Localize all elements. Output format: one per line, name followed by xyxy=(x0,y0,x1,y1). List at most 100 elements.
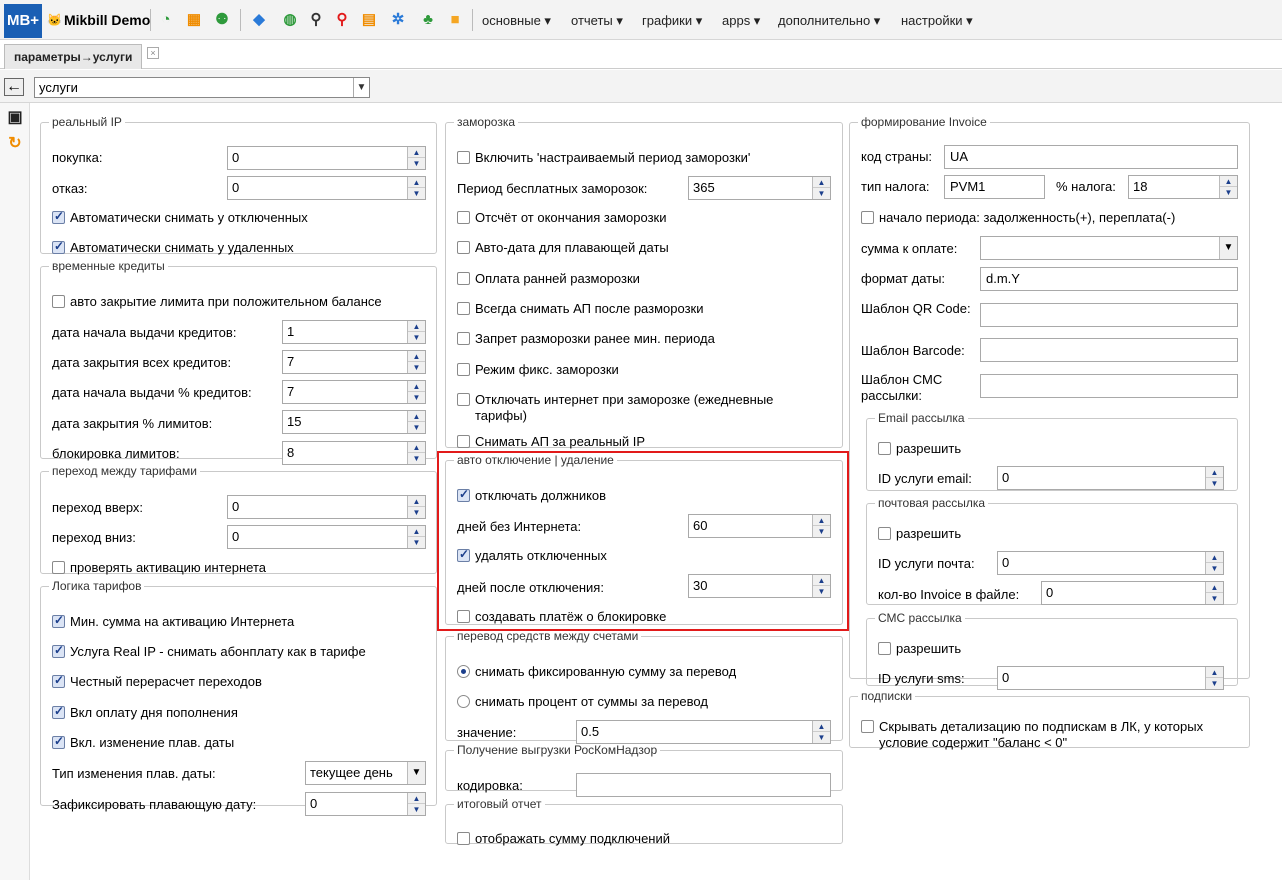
spin-down-icon[interactable]: ▼ xyxy=(408,804,425,815)
fixed-sum-row[interactable]: снимать фиксированную сумму за перевод xyxy=(457,664,736,679)
menu-apps[interactable]: apps ▾ xyxy=(722,13,760,29)
countdown-checkbox[interactable] xyxy=(457,211,470,224)
early-unfreeze-row[interactable]: Оплата ранней разморозки xyxy=(457,271,640,286)
forbid-unfreeze-checkbox[interactable] xyxy=(457,332,470,345)
spin-down-icon[interactable]: ▼ xyxy=(1220,187,1237,198)
menu-extra[interactable]: дополнительно ▾ xyxy=(778,13,880,29)
spin-down-icon[interactable]: ▼ xyxy=(408,158,425,169)
buy-spinner[interactable]: 0 ▲ ▼ xyxy=(227,146,426,170)
spin-up-icon[interactable]: ▲ xyxy=(408,177,425,188)
spin-down-icon[interactable]: ▼ xyxy=(408,332,425,343)
period-start-row[interactable]: начало периода: задолженность(+), перепл… xyxy=(861,210,1175,225)
spinner-buttons[interactable]: ▲ ▼ xyxy=(1205,467,1223,489)
date-format-input[interactable]: d.m.Y xyxy=(980,267,1238,291)
spin-up-icon[interactable]: ▲ xyxy=(408,526,425,537)
spin-up-icon[interactable]: ▲ xyxy=(408,411,425,422)
spinner-buttons[interactable]: ▲ ▼ xyxy=(407,411,425,433)
countdown-row[interactable]: Отсчёт от окончания заморозки xyxy=(457,210,667,225)
email-allow-checkbox[interactable] xyxy=(878,442,891,455)
section-select[interactable]: услуги ▼ xyxy=(34,77,370,98)
fair-recalc-checkbox[interactable] xyxy=(52,673,65,688)
menu-reports[interactable]: отчеты ▾ xyxy=(571,13,623,29)
spinner-buttons[interactable]: ▲ ▼ xyxy=(1205,667,1223,689)
forbid-unfreeze-row[interactable]: Запрет разморозки ранее мин. периода xyxy=(457,331,715,346)
spinner-buttons[interactable]: ▲ ▼ xyxy=(407,147,425,169)
auto-off-checkbox[interactable] xyxy=(52,209,65,224)
spinner-buttons[interactable]: ▲ ▼ xyxy=(812,177,830,199)
spin-down-icon[interactable]: ▼ xyxy=(813,732,830,743)
spin-down-icon[interactable]: ▼ xyxy=(408,422,425,433)
period-start-checkbox[interactable] xyxy=(861,211,874,224)
spin-up-icon[interactable]: ▲ xyxy=(1206,582,1223,593)
spinner-buttons[interactable]: ▲ ▼ xyxy=(407,177,425,199)
spin-up-icon[interactable]: ▲ xyxy=(1220,176,1237,187)
always-ap-checkbox[interactable] xyxy=(457,302,470,315)
tag-icon[interactable]: ◆ xyxy=(250,11,268,29)
qr-input[interactable] xyxy=(980,303,1238,327)
menu-settings[interactable]: настройки ▾ xyxy=(901,13,973,29)
note-icon[interactable]: ■ xyxy=(446,11,464,29)
custom-freeze-row[interactable]: Включить 'настраиваемый период заморозки… xyxy=(457,150,750,165)
chevron-down-icon[interactable]: ▼ xyxy=(407,762,425,784)
auto-close-row[interactable]: авто закрытие лимита при положительном б… xyxy=(52,294,382,309)
spin-down-icon[interactable]: ▼ xyxy=(1206,478,1223,489)
spinner-buttons[interactable]: ▲ ▼ xyxy=(407,381,425,403)
menu-charts[interactable]: графики ▾ xyxy=(642,13,702,29)
spin-up-icon[interactable]: ▲ xyxy=(408,321,425,332)
spin-up-icon[interactable]: ▲ xyxy=(408,793,425,804)
spinner-buttons[interactable]: ▲ ▼ xyxy=(812,721,830,743)
tab-close-icon[interactable]: × xyxy=(147,47,159,59)
email-allow-row[interactable]: разрешить xyxy=(878,441,961,456)
chevron-down-icon[interactable]: ▼ xyxy=(1219,237,1237,259)
show-sum-row[interactable]: отображать сумму подключений xyxy=(457,831,670,846)
spin-up-icon[interactable]: ▲ xyxy=(408,381,425,392)
email-id-spinner[interactable]: 0 ▲ ▼ xyxy=(997,466,1224,490)
post-allow-checkbox[interactable] xyxy=(878,527,891,540)
fair-recalc-row[interactable]: Честный перерасчет переходов xyxy=(52,673,262,689)
spinner-buttons[interactable]: ▲ ▼ xyxy=(407,442,425,464)
pcredit-start-spinner[interactable]: 7 ▲ ▼ xyxy=(282,380,426,404)
tax-type-input[interactable]: PVM1 xyxy=(944,175,1045,199)
spin-down-icon[interactable]: ▼ xyxy=(1206,678,1223,689)
spin-down-icon[interactable]: ▼ xyxy=(408,392,425,403)
brand[interactable]: 🐱 Mikbill Demo xyxy=(47,12,150,28)
spinner-buttons[interactable]: ▲ ▼ xyxy=(1219,176,1237,198)
spin-up-icon[interactable]: ▲ xyxy=(813,721,830,732)
sms-allow-checkbox[interactable] xyxy=(878,642,891,655)
encoding-input[interactable] xyxy=(576,773,831,797)
save-icon[interactable]: ▣ xyxy=(6,109,24,127)
barcode-input[interactable] xyxy=(980,338,1238,362)
dashboard-icon[interactable]: ◔ xyxy=(157,11,175,29)
spin-up-icon[interactable]: ▲ xyxy=(408,442,425,453)
realip-tariff-checkbox[interactable] xyxy=(52,643,65,658)
credit-start-spinner[interactable]: 1 ▲ ▼ xyxy=(282,320,426,344)
back-icon[interactable]: ← xyxy=(4,78,24,96)
auto-del-row[interactable]: Автоматически снимать у удаленных xyxy=(52,239,294,255)
spin-down-icon[interactable]: ▼ xyxy=(408,362,425,373)
float-type-select[interactable]: текущее день ▼ xyxy=(305,761,426,785)
realip-ap-checkbox[interactable] xyxy=(457,435,470,448)
spin-down-icon[interactable]: ▼ xyxy=(1206,593,1223,604)
plimit-close-spinner[interactable]: 15 ▲ ▼ xyxy=(282,410,426,434)
pay-sum-select[interactable]: ▼ xyxy=(980,236,1238,260)
spinner-buttons[interactable]: ▲ ▼ xyxy=(407,526,425,548)
search-icon[interactable]: ⚲ xyxy=(307,11,325,29)
percent-sum-radio[interactable] xyxy=(457,695,470,708)
subs-hide-row[interactable]: Скрывать детализацию по подпискам в ЛК, … xyxy=(861,719,1236,751)
spin-up-icon[interactable]: ▲ xyxy=(408,496,425,507)
tab-params-services[interactable]: параметры→услуги xyxy=(4,44,142,69)
check-inet-row[interactable]: проверять активацию интернета xyxy=(52,560,266,575)
min-sum-row[interactable]: Мин. сумма на активацию Интернета xyxy=(52,613,294,629)
spinner-buttons[interactable]: ▲ ▼ xyxy=(1205,582,1223,604)
spin-down-icon[interactable]: ▼ xyxy=(813,188,830,199)
sms-allow-row[interactable]: разрешить xyxy=(878,641,961,656)
spin-up-icon[interactable]: ▲ xyxy=(813,177,830,188)
spin-down-icon[interactable]: ▼ xyxy=(408,537,425,548)
network-icon[interactable]: ♣ xyxy=(419,11,437,29)
percent-sum-row[interactable]: снимать процент от суммы за перевод xyxy=(457,694,708,709)
custom-freeze-checkbox[interactable] xyxy=(457,151,470,164)
tariff-up-spinner[interactable]: 0 ▲ ▼ xyxy=(227,495,426,519)
spin-up-icon[interactable]: ▲ xyxy=(1206,552,1223,563)
fixmode-row[interactable]: Режим фикс. заморозки xyxy=(457,362,619,377)
daypay-checkbox[interactable] xyxy=(52,704,65,719)
